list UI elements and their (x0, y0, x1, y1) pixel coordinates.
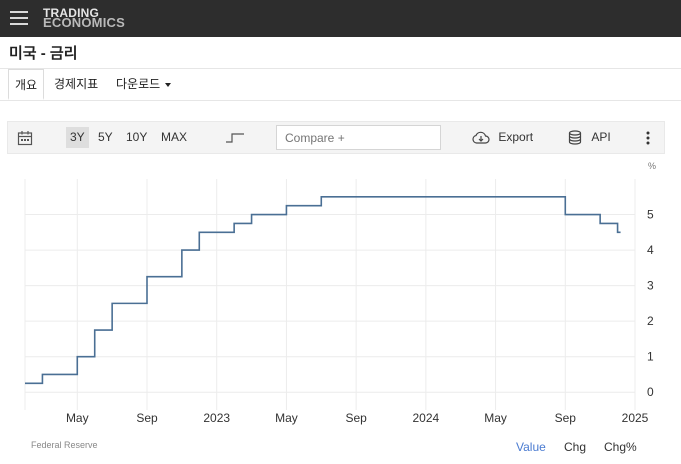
y-tick-label: 0 (647, 385, 654, 399)
x-tick-label: 2025 (622, 411, 649, 425)
tab-label: 개요 (15, 78, 38, 92)
x-tick-label: Sep (555, 411, 577, 425)
api-label: API (591, 130, 611, 144)
hamburger-icon[interactable] (10, 11, 28, 26)
x-tick-label: 2023 (203, 411, 230, 425)
tab-indicators[interactable]: 경제지표 (54, 69, 98, 100)
export-button[interactable]: Export (472, 122, 533, 153)
range-10y-button[interactable]: 10Y (126, 122, 147, 153)
tab-label: 경제지표 (54, 77, 99, 91)
y-axis-unit-label: % (648, 161, 656, 171)
x-tick-label: Sep (345, 411, 367, 425)
top-bar: TRADING ECONOMICS (0, 0, 681, 37)
compare-input[interactable] (276, 125, 441, 150)
x-tick-label: Sep (136, 411, 158, 425)
x-tick-label: 2024 (413, 411, 440, 425)
range-max-button[interactable]: MAX (161, 122, 187, 153)
tab-overview[interactable]: 개요 (8, 69, 45, 100)
x-tick-label: May (275, 411, 298, 425)
value-tab[interactable]: Value (516, 440, 546, 454)
logo[interactable]: TRADING ECONOMICS (43, 7, 125, 30)
change-tab[interactable]: Chg (564, 440, 586, 454)
y-tick-label: 1 (647, 350, 654, 364)
series-line (25, 195, 621, 385)
change-percent-tab[interactable]: Chg% (604, 440, 637, 454)
cloud-download-icon (472, 131, 490, 144)
range-3y-button[interactable]: 3Y (66, 127, 89, 148)
x-tick-label: May (484, 411, 507, 425)
interest-rate-chart: 0 1 2 3 4 5% May Sep 2023 May Sep 2024 May Sep 2025 (24, 161, 656, 425)
step-chart-icon[interactable] (226, 122, 244, 153)
tab-bar: 개요 경제지표 다운로드 (0, 68, 681, 101)
database-icon (568, 130, 582, 145)
page-title: 미국 - 금리 (9, 45, 78, 62)
tab-download[interactable]: 다운로드 (116, 69, 172, 100)
logo-line2: ECONOMICS (43, 15, 125, 30)
more-vertical-icon[interactable] (646, 122, 650, 153)
chart-area: 0 1 2 3 4 5% May Sep 2023 May Sep 2024 May Sep 2025 (7, 154, 665, 454)
x-tick-label: May (66, 411, 89, 425)
export-label: Export (498, 130, 534, 144)
caret-down-icon (165, 82, 172, 87)
range-5y-button[interactable]: 5Y (98, 122, 113, 153)
source-label: Federal Reserve (31, 440, 98, 450)
y-tick-label: 5 (647, 208, 654, 222)
tab-label: 다운로드 (116, 77, 161, 91)
y-tick-label: 3 (647, 279, 654, 293)
y-tick-label: 4 (647, 243, 654, 257)
api-button[interactable]: API (568, 122, 611, 153)
calendar-icon[interactable] (17, 122, 33, 153)
y-tick-label: 2 (647, 314, 654, 328)
chart-toolbar: 3Y 5Y 10Y MAX Export API (7, 121, 665, 154)
